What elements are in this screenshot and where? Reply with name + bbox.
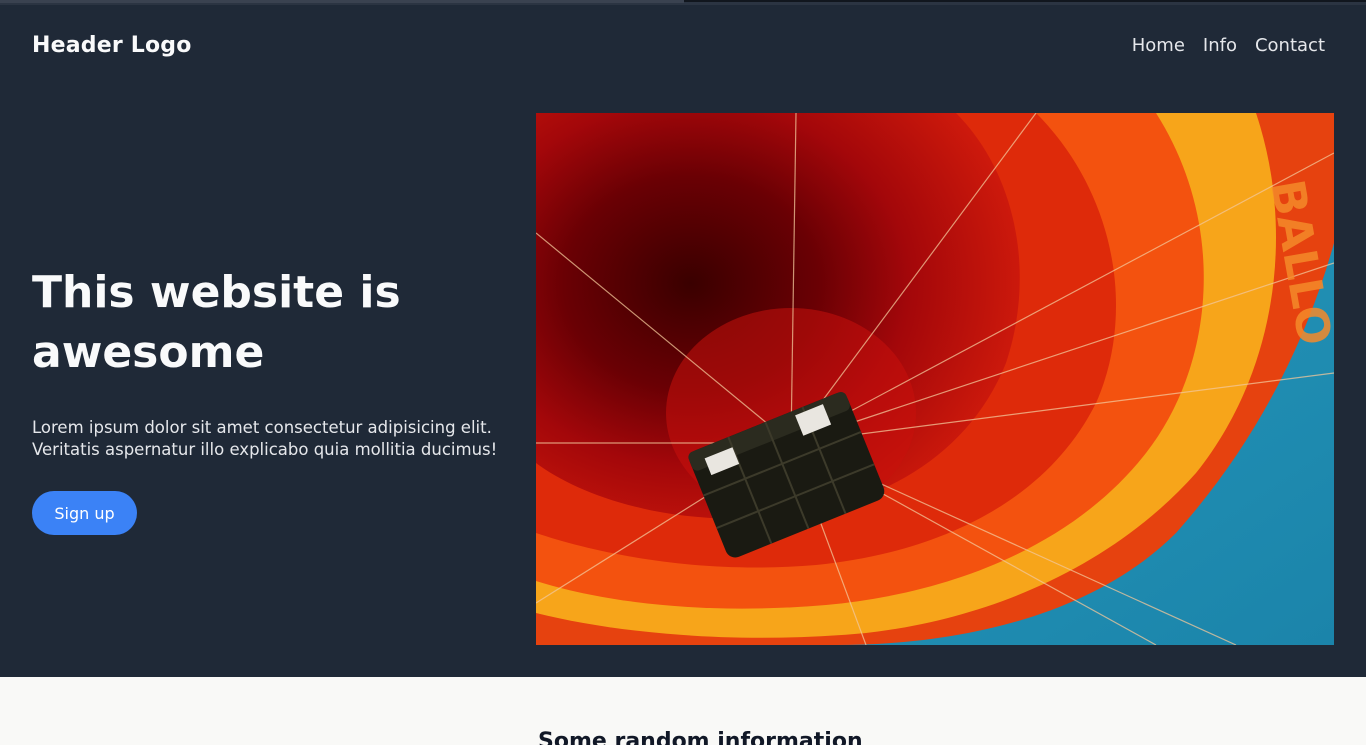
info-section: Some random information	[0, 677, 1366, 745]
nav-contact-link[interactable]: Contact	[1255, 35, 1325, 56]
site-header: Header Logo Home Info Contact	[32, 27, 1334, 63]
signup-button[interactable]: Sign up	[32, 491, 137, 535]
top-border-segment-left	[0, 0, 684, 3]
nav-info-link[interactable]: Info	[1203, 35, 1237, 56]
header-logo[interactable]: Header Logo	[32, 33, 192, 58]
top-border-segment-right	[684, 0, 1366, 2]
info-section-title: Some random information	[538, 729, 863, 745]
main-nav: Home Info Contact	[1132, 35, 1325, 56]
hero-title: This website is awesome	[32, 267, 401, 378]
balloon-illustration: BALLO	[536, 113, 1334, 645]
hero-description: Lorem ipsum dolor sit amet consectetur a…	[32, 418, 498, 459]
hero-text-block: This website is awesome Lorem ipsum dolo…	[32, 263, 502, 535]
hero-section: Header Logo Home Info Contact This websi…	[0, 5, 1366, 677]
nav-home-link[interactable]: Home	[1132, 35, 1185, 56]
hero-image: BALLO	[536, 113, 1334, 645]
